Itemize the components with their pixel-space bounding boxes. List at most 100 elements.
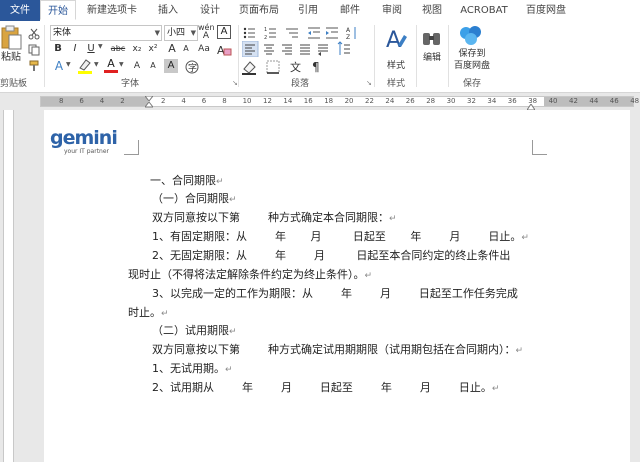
group-separator (238, 25, 239, 87)
tab-acrobat[interactable]: ACROBAT (456, 0, 512, 21)
highlight-icon[interactable] (76, 58, 94, 74)
cut-icon[interactable] (28, 25, 40, 40)
styles-icon[interactable]: A (382, 25, 412, 59)
justify-icon (300, 44, 310, 55)
grow-font-button[interactable]: A (166, 42, 178, 56)
text-effects-dropdown-icon[interactable]: ▼ (66, 61, 71, 68)
doc-line-4: 1、有固定期限：从 年 月 日起至 年 月 日止。↵ (152, 230, 529, 243)
save-group-label: 保存 (462, 79, 481, 89)
vertical-ruler-bar (3, 110, 14, 462)
tab-insert[interactable]: 插入 (150, 0, 186, 21)
ruler-number: 42 (569, 97, 578, 105)
shrink-font-2-button[interactable]: A (146, 59, 160, 73)
ruler-number: 34 (487, 97, 497, 105)
font-name-select[interactable]: 宋体 ▼ (50, 25, 162, 41)
tab-design[interactable]: 设计 (192, 0, 228, 21)
styles-button-label[interactable]: 样式 (380, 59, 412, 73)
tab-page-layout[interactable]: 页面布局 (234, 0, 284, 21)
group-separator (448, 25, 449, 87)
font-color-dropdown-icon[interactable]: ▼ (119, 61, 124, 68)
ruler-number: 20 (344, 97, 354, 105)
highlight-dropdown-icon[interactable]: ▼ (94, 61, 99, 68)
doc-line-6: 现时止（不得将法定解除条件约定为终止条件）。↵ (128, 268, 373, 281)
char-shading-button[interactable]: A (164, 59, 178, 73)
tab-home[interactable]: 开始 (40, 0, 76, 20)
text-effects-button[interactable]: A (52, 59, 66, 73)
logo-wordmark: gemini (50, 127, 118, 149)
font-color-button[interactable]: A (104, 58, 118, 74)
tab-references[interactable]: 引用 (290, 0, 326, 21)
shrink-font-button[interactable]: A (180, 42, 192, 56)
font-dialog-launcher-icon[interactable]: ↘ (232, 79, 238, 87)
chevron-down-icon: ▼ (154, 29, 160, 37)
vertical-ruler[interactable] (0, 110, 14, 462)
underline-dropdown-icon[interactable]: ▼ (98, 43, 103, 50)
underline-button[interactable]: U (85, 42, 97, 56)
ruler-number: 28 (426, 97, 436, 105)
ruler-number: 6 (201, 97, 207, 105)
ribbon: 粘贴 剪贴板 宋体 ▼ 小四 ▼ wén A A B I U ▼ abc x₂ … (0, 21, 640, 93)
phonetic-guide-button[interactable]: wén A (198, 24, 215, 41)
right-indent-marker-icon[interactable] (526, 99, 536, 111)
svg-text:文: 文 (290, 60, 301, 74)
copy-icon[interactable] (28, 41, 40, 56)
ruler-number: 40 (548, 97, 558, 105)
editing-button-label[interactable]: 编辑 (418, 51, 446, 65)
font-size-value: 小四 (167, 28, 186, 38)
tab-baidu[interactable]: 百度网盘 (520, 0, 572, 21)
enclose-char-icon[interactable]: 字 (184, 59, 200, 74)
paste-icon[interactable] (0, 25, 22, 51)
borders-icon (266, 60, 280, 74)
document-page[interactable]: gemini your IT partner 一、合同期限↵ （一）合同期限↵ … (44, 110, 630, 462)
change-case-button[interactable]: Aa (196, 42, 212, 56)
indent-marker-icon[interactable] (143, 95, 155, 109)
baidu-pan-label[interactable]: 百度网盘 (450, 59, 494, 73)
chinese-layout-icon: 文 (290, 60, 301, 74)
tab-mailings[interactable]: 邮件 (332, 0, 368, 21)
font-size-select[interactable]: 小四 ▼ (164, 25, 198, 41)
ruler-number: 24 (385, 97, 395, 105)
shading-icon (242, 61, 256, 75)
italic-button[interactable]: I (69, 42, 81, 56)
numbering-icon: 12 (264, 27, 276, 41)
tab-review[interactable]: 审阅 (374, 0, 410, 21)
svg-text:¶: ¶ (312, 60, 320, 74)
svg-text:A: A (346, 27, 351, 34)
ruler-bar[interactable]: 8 6 4 2 2 4 6 8 10 12 14 16 18 20 22 24 26 28 30 32 34 36 38 40… (40, 96, 639, 107)
tab-new-tab[interactable]: 新建选项卡 (82, 0, 142, 21)
ruler-number: 36 (507, 97, 517, 105)
doc-line-8: 时止。↵ (128, 306, 169, 319)
ruler-number: 8 (222, 97, 227, 105)
paragraph-dialog-launcher-icon[interactable]: ↘ (366, 79, 372, 87)
subscript-button[interactable]: x₂ (130, 42, 144, 56)
cloud-save-icon[interactable] (458, 25, 484, 47)
tab-file[interactable]: 文件 (0, 0, 40, 21)
font-color-glyph: A (107, 57, 115, 70)
paragraph-group-label: 段落 (290, 79, 309, 89)
bold-button[interactable]: B (52, 42, 64, 56)
align-center-icon (264, 44, 274, 55)
superscript-button[interactable]: x² (146, 42, 160, 56)
ruler-left-margin (41, 97, 148, 106)
paste-button-label[interactable]: 粘贴 (0, 51, 22, 65)
company-logo: gemini your IT partner (50, 128, 140, 162)
ruler-number: 4 (99, 97, 105, 105)
doc-line-11: 1、无试用期。↵ (152, 362, 233, 375)
ruler-number: 16 (303, 97, 313, 105)
ribbon-tab-bar: 文件 开始 新建选项卡 插入 设计 页面布局 引用 邮件 审阅 视图 ACROB… (0, 0, 640, 22)
ruler-number: 2 (161, 97, 166, 105)
grow-font-2-button[interactable]: A (130, 59, 144, 73)
tab-view[interactable]: 视图 (414, 0, 450, 21)
ruler-number: 44 (589, 97, 599, 105)
svg-text:1: 1 (264, 27, 267, 33)
document-area: gemini your IT partner 一、合同期限↵ （一）合同期限↵ … (0, 110, 640, 462)
horizontal-ruler[interactable]: 8 6 4 2 2 4 6 8 10 12 14 16 18 20 22 24 26 28 30 32 34 36 38 40… (0, 93, 640, 111)
strikethrough-button[interactable]: abc (108, 42, 128, 56)
format-painter-icon[interactable] (28, 57, 40, 71)
ruler-number: 8 (59, 97, 64, 105)
clear-formatting-icon[interactable]: A (216, 42, 232, 57)
doc-line-2: （一）合同期限↵ (152, 192, 237, 205)
binoculars-icon[interactable] (420, 27, 444, 51)
char-border-button[interactable]: A (217, 25, 231, 39)
sort-icon: AZ (346, 27, 356, 41)
